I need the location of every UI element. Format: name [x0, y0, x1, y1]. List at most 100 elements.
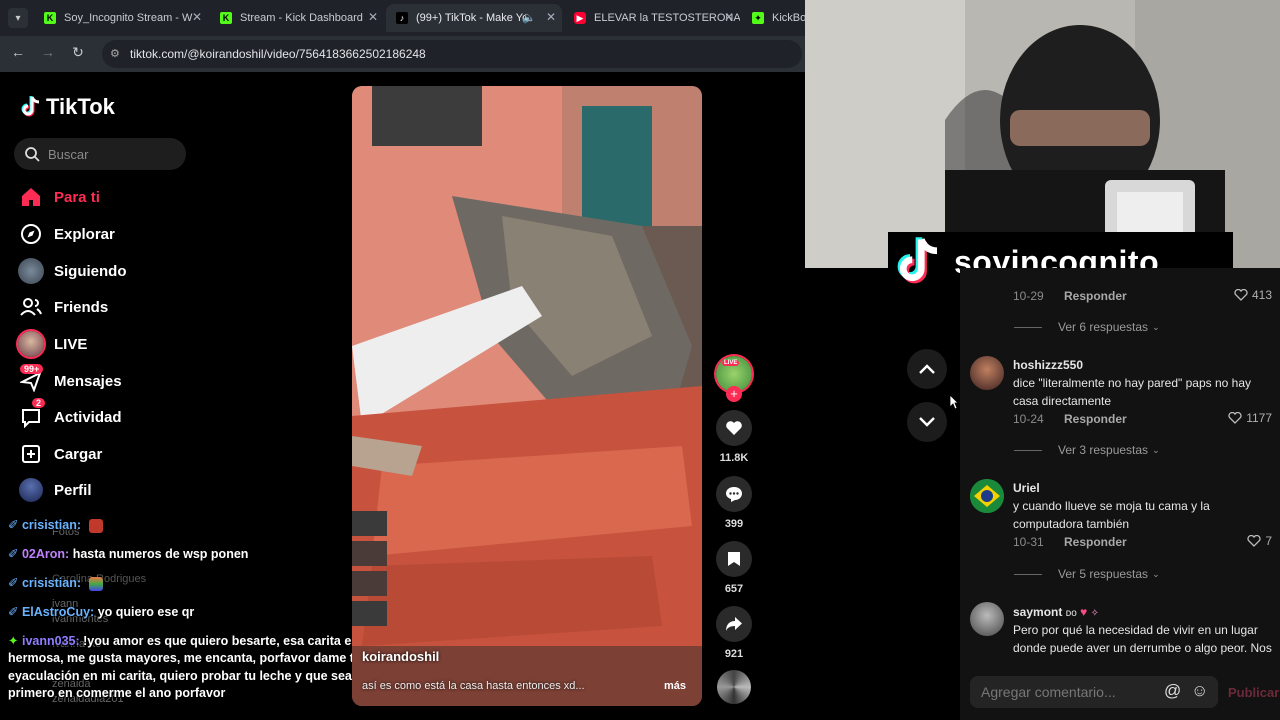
- reply-link[interactable]: Responder: [1064, 535, 1127, 549]
- comment-like-count: 413: [1251, 288, 1272, 302]
- reload-icon[interactable]: ↻: [68, 44, 88, 61]
- prev-video-button[interactable]: [907, 349, 947, 389]
- reply-link[interactable]: Responder: [1064, 412, 1127, 426]
- username-suffix: ᴅᴏ: [1065, 608, 1077, 619]
- browser-tab-bar: ▾ K Soy_Incognito Stream - W ✕ K Stream …: [0, 0, 805, 36]
- chat-text: eyaculación en mi carita, quiero probar …: [8, 669, 373, 683]
- comment-like-button[interactable]: 1177: [1228, 411, 1272, 425]
- nav-perfil[interactable]: Perfil: [18, 475, 92, 505]
- comment-like-button[interactable]: 7: [1247, 534, 1272, 548]
- chevron-down-icon: ⌄: [1152, 444, 1160, 455]
- view-replies-label: Ver 6 respuestas: [1058, 320, 1149, 334]
- video-author[interactable]: koirandoshil: [362, 649, 439, 664]
- chat-message: ✐ ElAstroCuy: yo quiero ese qr: [8, 604, 194, 619]
- comment-input[interactable]: Agregar comentario... @ ☺: [970, 676, 1218, 708]
- view-replies-label: Ver 3 respuestas: [1058, 443, 1149, 457]
- chat-message: ✐ 02Aron: hasta numeros de wsp ponen: [8, 546, 248, 561]
- chat-text: hasta numeros de wsp ponen: [72, 547, 249, 561]
- back-arrow-icon[interactable]: ←: [8, 44, 28, 60]
- tab-2[interactable]: K Stream - Kick Dashboard ✕: [210, 4, 384, 32]
- tab-label: (99+) TikTok - Make Yo: [416, 12, 529, 24]
- compass-icon: [18, 221, 44, 247]
- avatar[interactable]: [970, 602, 1004, 636]
- chat-text: yo quiero ese qr: [97, 605, 195, 619]
- comment-username[interactable]: hoshizzz550: [1013, 358, 1083, 372]
- mention-icon[interactable]: @: [1164, 681, 1181, 701]
- chat-user: crisistian:: [21, 576, 82, 590]
- follow-plus-icon[interactable]: +: [726, 386, 742, 402]
- chevron-down-icon: [919, 417, 935, 427]
- close-icon[interactable]: ✕: [368, 10, 378, 24]
- share-icon: [716, 606, 752, 642]
- speaker-icon[interactable]: 🔈: [522, 11, 536, 24]
- view-replies-link[interactable]: Ver 3 respuestas ⌄: [1014, 443, 1160, 457]
- inbox-icon: 2: [18, 398, 46, 430]
- nav-cargar[interactable]: Cargar: [18, 439, 102, 469]
- comment-username-row[interactable]: saymont ᴅᴏ ♥ ✧: [1013, 605, 1099, 619]
- video-caption: así es como está la casa hasta entonces …: [362, 680, 585, 692]
- close-icon[interactable]: ✕: [546, 10, 556, 24]
- view-replies-link[interactable]: Ver 5 respuestas ⌄: [1014, 567, 1160, 581]
- view-replies-link[interactable]: Ver 6 respuestas ⌄: [1014, 320, 1160, 334]
- save-count: 657: [724, 583, 744, 595]
- nav-label: Para ti: [54, 188, 100, 206]
- comment-button[interactable]: 399: [716, 476, 752, 530]
- heart-outline-icon: [1228, 412, 1242, 424]
- chat-text: hermosa, me gusta mayores, me encanta, p…: [8, 651, 362, 665]
- comment-like-button[interactable]: 413: [1234, 288, 1272, 302]
- next-video-button[interactable]: [907, 402, 947, 442]
- url-field[interactable]: ⚙ tiktok.com/@koirandoshil/video/7564183…: [102, 40, 802, 68]
- site-settings-icon[interactable]: ⚙: [110, 40, 120, 68]
- chat-message-cont: hermosa, me gusta mayores, me encanta, p…: [8, 651, 362, 665]
- search-input[interactable]: Buscar: [14, 138, 186, 170]
- nav-explorar[interactable]: Explorar: [18, 219, 115, 249]
- emoji-icon[interactable]: ☺: [1191, 681, 1208, 701]
- kick-icon: K: [44, 12, 56, 24]
- comment-date: 10-24: [1013, 412, 1044, 426]
- creator-avatar-button[interactable]: LIVE +: [716, 356, 752, 402]
- close-icon[interactable]: ✕: [192, 10, 202, 24]
- tab-5[interactable]: ✦ KickBot: [742, 4, 805, 32]
- nav-live[interactable]: LIVE: [18, 329, 87, 359]
- music-disc-button[interactable]: [716, 670, 752, 704]
- pencil-icon: ✐: [8, 518, 19, 532]
- comment-text: dice "literalmente no hay pared" paps no…: [1013, 376, 1252, 408]
- tab-label: KickBot: [772, 12, 805, 24]
- nav-para-ti[interactable]: Para ti: [18, 182, 100, 212]
- nav-siguiendo[interactable]: Siguiendo: [18, 256, 127, 286]
- tab-4[interactable]: ▶ ELEVAR la TESTOSTERONA ✕: [564, 4, 740, 32]
- tab-3-active[interactable]: ♪ (99+) TikTok - Make Yo 🔈 ✕: [386, 4, 562, 32]
- video-frame-image: [352, 86, 702, 706]
- tiktok-wordmark: TikTok: [46, 94, 115, 119]
- tiktok-logo-icon: [21, 96, 40, 117]
- tab-1[interactable]: K Soy_Incognito Stream - W ✕: [34, 4, 208, 32]
- heart-outline-icon: [1247, 535, 1261, 547]
- pencil-icon: ✐: [8, 547, 19, 561]
- profile-avatar-icon: [18, 477, 44, 503]
- chat-user: ivann035:: [21, 634, 80, 648]
- post-button[interactable]: Publicar: [1228, 685, 1279, 700]
- nav-mensajes[interactable]: 99+ Mensajes: [18, 364, 122, 396]
- comment-username[interactable]: Uriel: [1013, 481, 1040, 495]
- kick-icon: ✦: [752, 12, 764, 24]
- tiktok-logo[interactable]: TikTok: [20, 94, 115, 120]
- forward-arrow-icon[interactable]: →: [38, 44, 58, 60]
- nav-actividad[interactable]: 2 Actividad: [18, 398, 122, 432]
- comment-date: 10-29: [1013, 289, 1044, 303]
- chat-message: ✐ crisistian:: [8, 517, 103, 533]
- following-avatar-icon: [18, 258, 44, 284]
- share-button[interactable]: 921: [716, 606, 752, 660]
- avatar[interactable]: [970, 356, 1004, 390]
- nav-label: Friends: [54, 298, 109, 316]
- reply-link[interactable]: Responder: [1064, 289, 1127, 303]
- avatar[interactable]: [970, 479, 1004, 513]
- nav-friends[interactable]: Friends: [18, 292, 108, 322]
- close-icon[interactable]: ✕: [724, 10, 734, 24]
- tab-list-dropdown[interactable]: ▾: [8, 8, 28, 28]
- more-link[interactable]: más: [664, 680, 686, 692]
- like-button[interactable]: 11.8K: [716, 410, 752, 464]
- video-player[interactable]: koirandoshil así es como está la casa ha…: [352, 86, 702, 706]
- save-button[interactable]: 657: [716, 541, 752, 595]
- nav-label: LIVE: [54, 335, 88, 353]
- heart-emoji-icon: ♥: [1080, 605, 1088, 619]
